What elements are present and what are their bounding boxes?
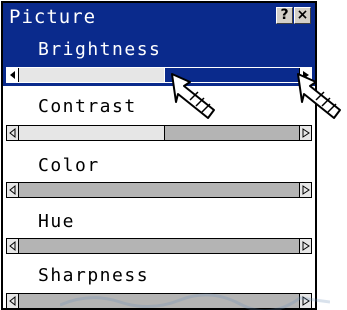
brightness-track[interactable] (19, 68, 299, 82)
picture-adjust-panel: Picture ? × Brightness Contrast Color Hu… (1, 1, 317, 310)
hue-slider[interactable] (6, 238, 312, 254)
sharpness-decrease-button[interactable] (7, 294, 19, 308)
hue-track[interactable] (19, 239, 299, 253)
contrast-label: Contrast (38, 96, 137, 117)
arrow-left-icon (10, 71, 15, 79)
close-button[interactable]: × (294, 7, 311, 24)
color-label: Color (38, 155, 100, 176)
arrow-right-icon (302, 241, 310, 251)
brightness-label: Brightness (38, 39, 162, 60)
brightness-increase-button[interactable] (299, 68, 311, 82)
contrast-decrease-button[interactable] (7, 126, 19, 140)
arrow-left-icon (9, 295, 16, 307)
arrow-right-icon (303, 71, 309, 79)
sharpness-label: Sharpness (38, 265, 150, 286)
arrow-right-icon (302, 128, 310, 138)
arrow-left-icon (9, 184, 16, 196)
window-title: Picture (9, 6, 97, 28)
hue-decrease-button[interactable] (7, 239, 19, 253)
close-icon: × (296, 7, 309, 23)
stage: Picture ? × Brightness Contrast Color Hu… (0, 0, 347, 310)
contrast-slider[interactable] (6, 125, 312, 141)
contrast-fill (19, 126, 165, 140)
question-icon: ? (280, 7, 289, 23)
color-slider[interactable] (6, 182, 312, 198)
hue-label: Hue (38, 211, 76, 232)
arrow-right-icon (302, 185, 310, 195)
contrast-increase-button[interactable] (299, 126, 311, 140)
arrow-left-icon (9, 127, 16, 139)
arrow-left-icon (9, 240, 16, 252)
brightness-decrease-button[interactable] (7, 68, 19, 82)
help-button[interactable]: ? (276, 7, 293, 24)
watermark-graphic (60, 293, 330, 310)
brightness-slider[interactable] (6, 67, 312, 83)
contrast-track[interactable] (19, 126, 299, 140)
color-track[interactable] (19, 183, 299, 197)
title-bar[interactable]: Picture ? × (3, 3, 315, 31)
color-increase-button[interactable] (299, 183, 311, 197)
hue-increase-button[interactable] (299, 239, 311, 253)
brightness-fill (19, 68, 165, 82)
color-decrease-button[interactable] (7, 183, 19, 197)
